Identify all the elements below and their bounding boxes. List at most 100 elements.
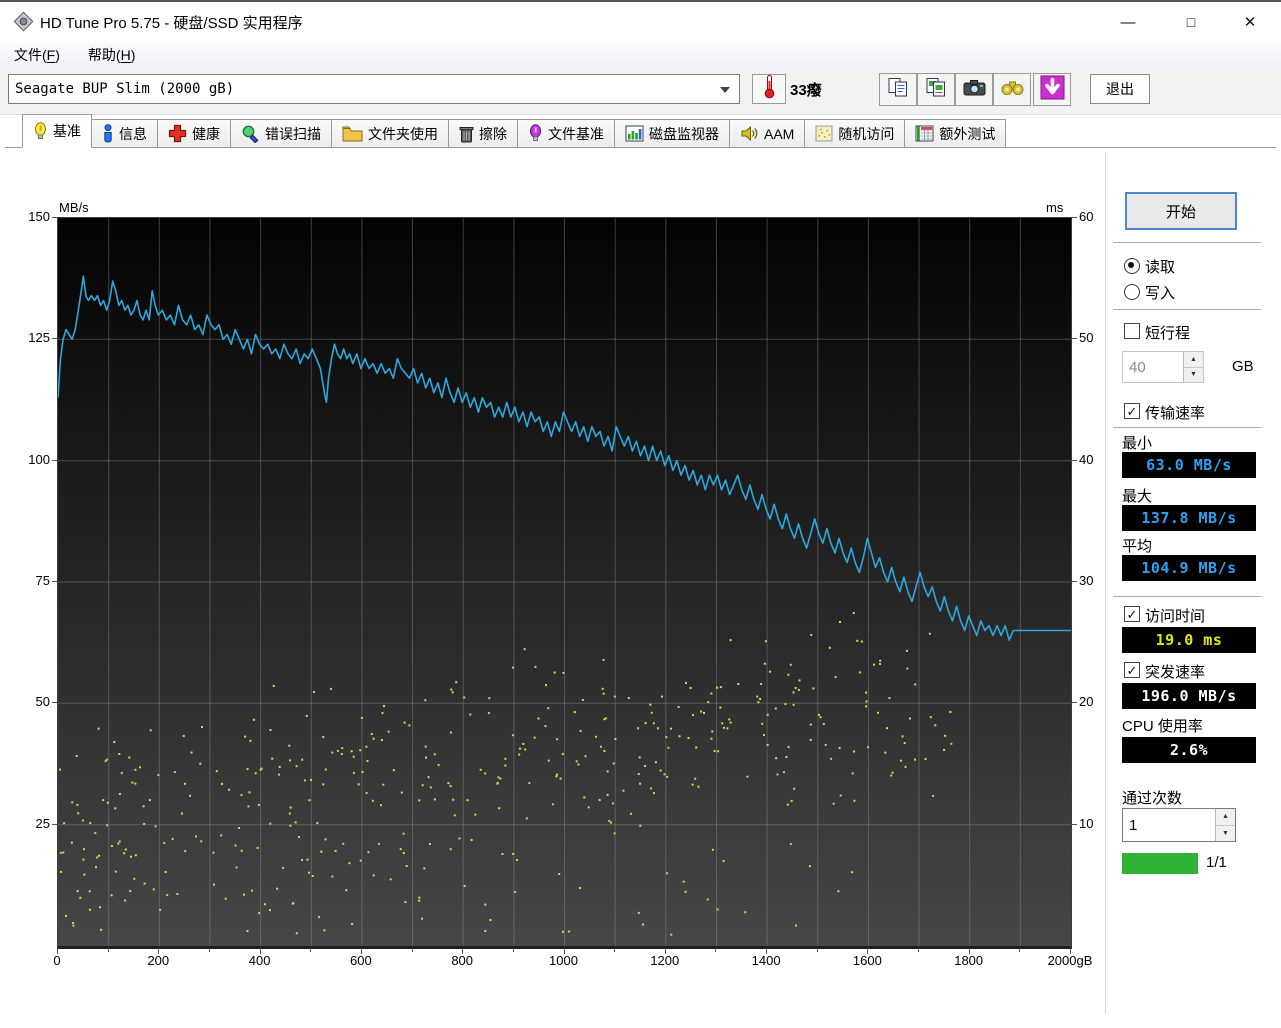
tab-label: 文件夹使用 — [368, 125, 438, 142]
x-axis-tick-label: 1800 — [954, 953, 984, 968]
left-axis-tick — [52, 459, 57, 461]
screenshot-button[interactable] — [955, 73, 993, 106]
menu-item-f[interactable]: 文件(F) — [0, 42, 74, 68]
copy-image-icon — [925, 77, 948, 103]
access-time-checkbox[interactable]: ✓ — [1124, 606, 1140, 622]
burst-rate-checkbox[interactable]: ✓ — [1124, 662, 1140, 678]
short-stroke-unit-label: GB — [1232, 358, 1254, 375]
x-axis-tick-label: 400 — [248, 953, 271, 968]
tab-擦除[interactable]: 擦除 — [449, 119, 518, 148]
tab-错误扫描[interactable]: 错误扫描 — [231, 119, 332, 148]
binoculars-icon — [1001, 79, 1024, 101]
tab-label: 信息 — [119, 125, 147, 142]
min-label: 最小 — [1122, 435, 1153, 452]
start-button[interactable]: 开始 — [1125, 192, 1237, 230]
left-axis-tick-label: 25 — [35, 815, 50, 831]
left-axis-tick — [52, 217, 57, 218]
view-button[interactable] — [993, 73, 1031, 106]
right-axis-tick — [1072, 338, 1077, 340]
exit-button[interactable]: 退出 — [1090, 74, 1150, 104]
short-stroke-size-stepper[interactable]: 40 ▲ ▼ — [1122, 351, 1204, 383]
temperature-indicator — [752, 74, 786, 104]
tab-基准[interactable]: 基准 — [22, 114, 92, 148]
stepper-up-icon[interactable]: ▲ — [1184, 352, 1203, 368]
tab-label: 额外测试 — [939, 125, 996, 142]
copy-text-button[interactable] — [879, 73, 917, 106]
app-logo-icon — [12, 10, 35, 38]
separator — [1113, 596, 1261, 597]
tab-额外测试[interactable]: 额外测试 — [905, 119, 1007, 148]
x-axis-tick-label: 1200 — [650, 953, 680, 968]
menu-item-h[interactable]: 帮助(H) — [74, 42, 149, 68]
chevron-down-icon — [720, 87, 730, 93]
separator — [1113, 309, 1261, 310]
right-axis-tick — [1072, 823, 1077, 825]
x-axis-tick — [158, 948, 160, 954]
x-axis-tick — [462, 948, 464, 954]
minimize-button[interactable]: — — [1105, 2, 1151, 42]
progress-bar — [1122, 853, 1198, 874]
x-axis-tick — [614, 948, 616, 952]
tab-文件基准[interactable]: 文件基准 — [518, 119, 615, 148]
temperature-value: 33癈 — [790, 82, 822, 99]
tab-AAM[interactable]: AAM — [730, 119, 806, 148]
left-axis-tick — [52, 338, 57, 340]
tab-文件夹使用[interactable]: 文件夹使用 — [332, 119, 449, 148]
pass-count-stepper[interactable]: 1 ▲ ▼ — [1122, 808, 1236, 842]
write-radio[interactable] — [1124, 284, 1140, 300]
random-access-icon — [815, 125, 833, 142]
tab-随机访问[interactable]: 随机访问 — [805, 119, 906, 148]
window-title: HD Tune Pro 5.75 - 硬盘/SSD 实用程序 — [40, 15, 303, 32]
x-axis-tick-label: 800 — [451, 953, 474, 968]
short-stroke-size-value: 40 — [1129, 358, 1146, 376]
x-axis-tick — [918, 948, 920, 952]
pass-count-label: 通过次数 — [1122, 790, 1183, 807]
left-axis-tick-label: 50 — [35, 694, 50, 710]
tab-label: 文件基准 — [548, 125, 604, 142]
stepper-down-icon[interactable]: ▼ — [1216, 825, 1235, 841]
short-stroke-checkbox[interactable] — [1124, 323, 1140, 339]
x-axis-tick-label: 1000 — [549, 953, 578, 968]
title-bar: HD Tune Pro 5.75 - 硬盘/SSD 实用程序 — □ ✕ — [0, 2, 1281, 42]
stepper-down-icon[interactable]: ▼ — [1184, 367, 1203, 382]
read-radio[interactable] — [1124, 258, 1140, 274]
speaker-icon — [740, 125, 759, 142]
magnifier-icon — [241, 124, 260, 143]
tab-label: 错误扫描 — [265, 125, 321, 142]
left-axis-tick — [52, 581, 57, 582]
tab-label: 随机访问 — [838, 125, 895, 142]
transfer-rate-checkbox[interactable]: ✓ — [1124, 403, 1140, 419]
progress-label: 1/1 — [1206, 854, 1227, 871]
right-axis-tick — [1072, 459, 1077, 461]
x-axis-tick-label: 1400 — [751, 953, 781, 968]
camera-icon — [963, 79, 986, 101]
copy-image-button[interactable] — [917, 73, 955, 106]
x-axis-tick — [968, 948, 970, 954]
download-icon — [1040, 75, 1065, 105]
menu-bar: 文件(F) 帮助(H) — [0, 42, 1281, 68]
left-axis-tick-label: 125 — [28, 330, 50, 346]
x-axis-tick — [57, 948, 58, 954]
max-label: 最大 — [1122, 488, 1153, 505]
left-axis-tick-label: 150 — [28, 209, 50, 224]
write-radio-label: 写入 — [1145, 285, 1176, 302]
x-axis-tick-label: 2000gB — [1047, 953, 1093, 968]
tab-健康[interactable]: 健康 — [158, 119, 231, 148]
transfer-rate-label: 传输速率 — [1145, 405, 1206, 422]
benchmark-chart — [57, 217, 1072, 949]
close-button[interactable]: ✕ — [1227, 2, 1273, 42]
x-axis-tick — [766, 948, 768, 954]
drive-selector-value: Seagate BUP Slim (2000 gB) — [15, 81, 235, 97]
save-button[interactable] — [1033, 73, 1071, 106]
folder-icon — [342, 125, 363, 142]
max-value-display: 137.8 MB/s — [1122, 505, 1256, 531]
stepper-up-icon[interactable]: ▲ — [1216, 809, 1235, 826]
drive-selector-dropdown[interactable]: Seagate BUP Slim (2000 gB) — [8, 74, 740, 104]
trash-icon — [459, 125, 474, 143]
read-radio-label: 读取 — [1145, 259, 1176, 276]
x-axis-tick — [310, 948, 312, 952]
tab-信息[interactable]: 信息 — [92, 119, 158, 148]
maximize-button[interactable]: □ — [1168, 2, 1214, 42]
x-axis-tick — [208, 948, 210, 952]
tab-磁盘监视器[interactable]: 磁盘监视器 — [615, 119, 730, 148]
